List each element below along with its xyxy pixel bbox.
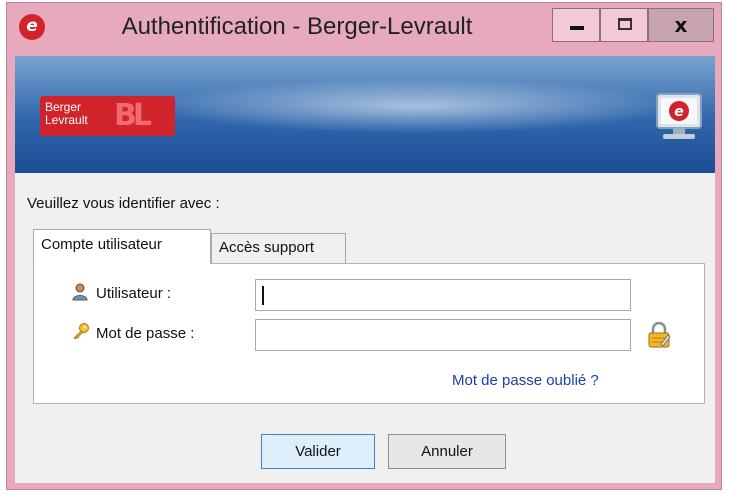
login-content: Veuillez vous identifier avec : Compte u… (15, 173, 715, 483)
username-input[interactable] (255, 279, 631, 311)
forgot-password-link[interactable]: Mot de passe oublié ? (452, 372, 599, 389)
logo-mark: BL (114, 98, 152, 133)
tab-compte-utilisateur[interactable]: Compte utilisateur (33, 229, 211, 264)
text-cursor (262, 286, 264, 305)
user-account-panel: Utilisateur : Mot de passe : Mot de pass… (33, 263, 705, 404)
minimize-button[interactable] (552, 8, 600, 42)
validate-button[interactable]: Valider (261, 434, 375, 469)
close-button[interactable]: x (648, 8, 714, 42)
cancel-button[interactable]: Annuler (388, 434, 506, 469)
banner-light-streak (135, 76, 695, 136)
logo-line-2: Levrault (45, 113, 88, 127)
maximize-button[interactable] (600, 8, 648, 42)
user-icon (72, 283, 88, 301)
title-bar[interactable]: e Authentification - Berger-Levrault x (7, 3, 721, 53)
password-input[interactable] (255, 319, 631, 351)
close-icon: x (674, 13, 688, 37)
password-label: Mot de passe : (96, 325, 195, 342)
computer-e-icon: e (656, 93, 702, 139)
login-window: e Authentification - Berger-Levrault x B… (6, 2, 722, 490)
window-title: Authentification - Berger-Levrault (121, 13, 473, 40)
lock-edit-icon[interactable] (647, 322, 671, 348)
minimize-icon (570, 26, 584, 30)
maximize-icon (618, 18, 632, 30)
header-banner: Berger Levrault BL e (15, 56, 715, 173)
tab-acces-support[interactable]: Accès support (211, 233, 346, 263)
username-label: Utilisateur : (96, 285, 172, 302)
svg-text:e: e (674, 104, 684, 120)
key-icon (73, 323, 89, 340)
berger-levrault-logo: Berger Levrault BL (40, 96, 175, 136)
identify-prompt: Veuillez vous identifier avec : (27, 195, 220, 212)
